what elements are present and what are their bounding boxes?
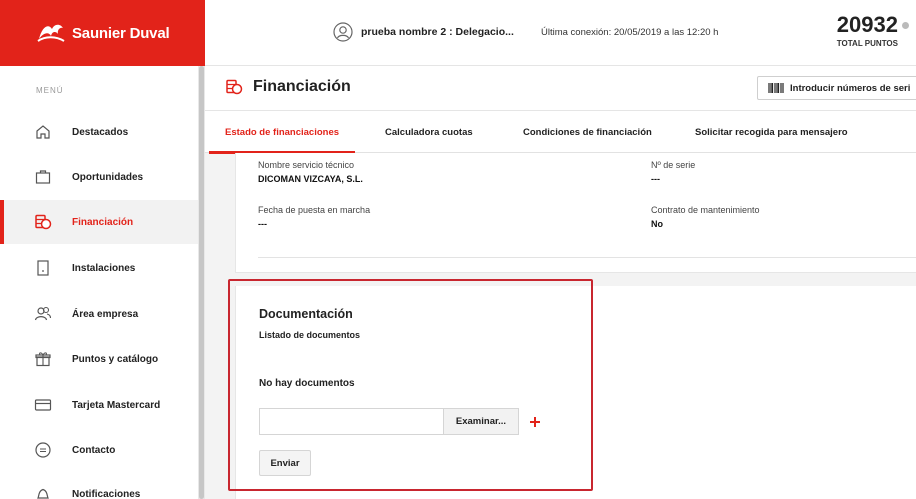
barcode-icon — [768, 83, 784, 93]
tab-label: Solicitar recogida para mensajero — [695, 126, 848, 138]
points-value: 20932 — [836, 12, 898, 37]
tab-solicitar-recogida[interactable]: Solicitar recogida para mensajero — [695, 111, 848, 153]
sidebar: MENÚ Destacados Oportunidades Financiaci… — [0, 66, 198, 499]
serial-numbers-label: Introducir números de seri — [790, 82, 911, 94]
sidebar-item-puntos-catalogo[interactable]: Puntos y catálogo — [0, 337, 198, 381]
points-summary[interactable]: 20932 TOTAL PUNTOS — [836, 12, 909, 48]
contract-label: Contrato de mantenimiento — [651, 205, 760, 215]
top-header: prueba nombre 2 : Delegacio... Última co… — [205, 0, 916, 66]
device-icon — [37, 260, 49, 276]
points-info-icon — [901, 21, 909, 29]
sidebar-scrollbar[interactable] — [198, 66, 205, 499]
sidebar-item-instalaciones[interactable]: Instalaciones — [0, 246, 198, 290]
sidebar-item-label: Tarjeta Mastercard — [72, 399, 161, 411]
documents-empty-message: No hay documentos — [259, 378, 355, 389]
serial-label: Nº de serie — [651, 160, 696, 170]
page-title-text: Financiación — [253, 78, 351, 95]
file-upload-row: Examinar... — [259, 408, 541, 435]
user-avatar-icon — [333, 22, 353, 42]
brand-name: Saunier Duval — [72, 24, 170, 42]
add-icon[interactable] — [529, 416, 541, 428]
tab-label: Calculadora cuotas — [385, 126, 473, 138]
documents-card: Documentación Listado de documentos No h… — [235, 286, 916, 499]
service-value: DICOMAN VIZCAYA, S.L. — [258, 174, 363, 184]
chat-icon — [35, 442, 51, 458]
serial-field: Nº de serie --- — [651, 160, 695, 184]
sidebar-item-notificaciones[interactable]: Notificaciones — [0, 472, 198, 499]
menu-title: MENÚ — [36, 86, 64, 95]
send-button[interactable]: Enviar — [259, 450, 311, 476]
sidebar-item-label: Contacto — [72, 444, 116, 456]
brand-bar: Saunier Duval — [0, 0, 205, 66]
service-label: Nombre servicio técnico — [258, 160, 355, 170]
saunier-duval-logo[interactable]: Saunier Duval — [36, 21, 170, 45]
sidebar-item-contacto[interactable]: Contacto — [0, 428, 198, 472]
start-date-value: --- — [258, 219, 267, 229]
tab-label: Condiciones de financiación — [523, 126, 652, 138]
serial-numbers-button[interactable]: Introducir números de seri — [757, 76, 916, 100]
sidebar-item-financiacion[interactable]: Financiación — [0, 200, 198, 244]
start-date-field: Fecha de puesta en marcha --- — [258, 205, 370, 229]
sidebar-scrollbar-thumb[interactable] — [199, 66, 204, 499]
tab-calculadora-cuotas[interactable]: Calculadora cuotas — [385, 111, 473, 153]
sidebar-item-label: Área empresa — [72, 308, 139, 320]
sidebar-item-label: Notificaciones — [72, 488, 141, 499]
sidebar-item-label: Oportunidades — [72, 171, 144, 183]
contract-field: Contrato de mantenimiento No — [651, 205, 760, 229]
user-name: prueba nombre 2 : Delegacio... — [361, 26, 514, 38]
flame-logo-icon — [37, 24, 65, 42]
bell-icon — [37, 488, 49, 499]
sidebar-item-destacados[interactable]: Destacados — [0, 110, 198, 154]
tab-condiciones-financiacion[interactable]: Condiciones de financiación — [523, 111, 652, 153]
installation-info-card: Nombre servicio técnico DICOMAN VIZCAYA,… — [235, 153, 916, 273]
page-header: Financiación Introducir números de seri — [205, 66, 916, 111]
browse-button[interactable]: Examinar... — [443, 408, 519, 435]
service-field: Nombre servicio técnico DICOMAN VIZCAYA,… — [258, 160, 363, 184]
briefcase-icon — [35, 170, 51, 184]
points-label: TOTAL PUNTOS — [836, 39, 898, 48]
divider — [258, 257, 916, 258]
main-content: Financiación Introducir números de seri … — [205, 66, 916, 499]
users-icon — [34, 306, 52, 321]
home-icon — [36, 125, 50, 139]
user-menu[interactable]: prueba nombre 2 : Delegacio... — [333, 22, 514, 42]
serial-value: --- — [651, 174, 660, 184]
file-path-input[interactable] — [259, 408, 443, 435]
documents-title: Documentación — [259, 307, 353, 321]
contract-value: No — [651, 219, 663, 229]
last-login-text: Última conexión: 20/05/2019 a las 12:20 … — [541, 27, 719, 38]
documents-subtitle: Listado de documentos — [259, 330, 361, 340]
sidebar-item-label: Destacados — [72, 126, 129, 138]
sidebar-item-tarjeta-mastercard[interactable]: Tarjeta Mastercard — [0, 383, 198, 427]
tab-bar: Estado de financiaciones Calculadora cuo… — [205, 111, 916, 154]
sidebar-item-oportunidades[interactable]: Oportunidades — [0, 155, 198, 199]
tab-estado-financiaciones[interactable]: Estado de financiaciones — [208, 111, 356, 154]
sidebar-item-label: Puntos y catálogo — [72, 353, 159, 365]
sidebar-item-label: Instalaciones — [72, 262, 136, 274]
coins-icon — [35, 214, 52, 230]
sidebar-item-area-empresa[interactable]: Área empresa — [0, 292, 198, 336]
gift-icon — [35, 352, 51, 367]
start-date-label: Fecha de puesta en marcha — [258, 205, 371, 215]
card-icon — [34, 399, 52, 411]
tab-label: Estado de financiaciones — [225, 126, 340, 138]
sidebar-item-label: Financiación — [72, 216, 134, 228]
page-title: Financiación — [225, 78, 351, 96]
coins-icon — [226, 79, 243, 95]
